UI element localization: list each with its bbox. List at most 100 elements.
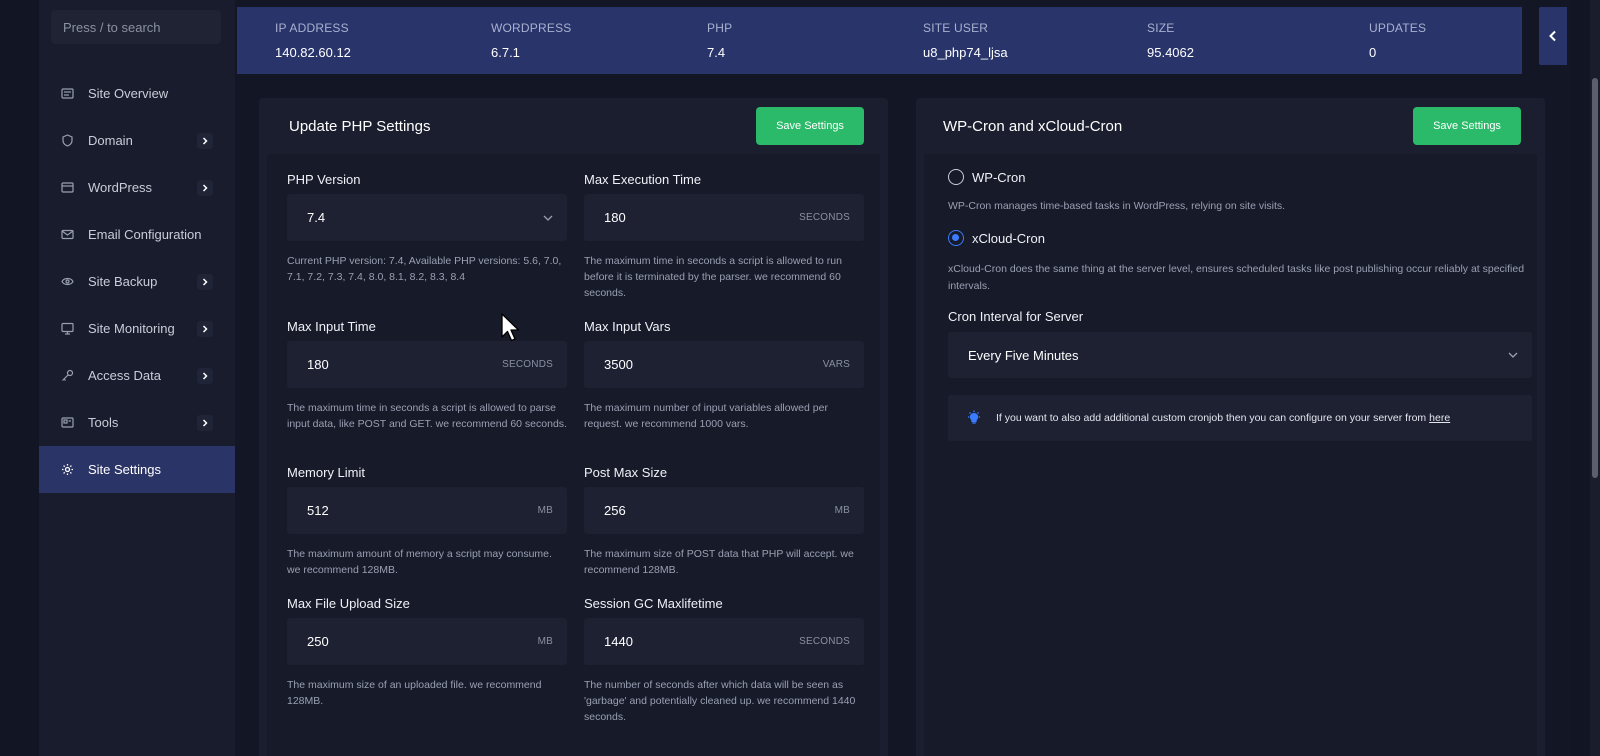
cron-interval-select[interactable]: Every Five Minutes (948, 332, 1532, 378)
sidebar-item-label: Domain (88, 133, 133, 148)
info-site-user: SITE USER u8_php74_ljsa (923, 7, 1147, 74)
search-input[interactable] (63, 19, 239, 35)
xcloud-cron-radio[interactable] (948, 230, 964, 246)
radio-label: WP-Cron (972, 169, 1026, 185)
chevron-down-icon (1508, 352, 1518, 358)
info-value: 95.4062 (1147, 45, 1194, 60)
session-gc-maxlifetime-input[interactable]: 1440 SECONDS (584, 618, 864, 665)
field-unit: SECONDS (502, 359, 553, 370)
field-label: PHP Version (287, 172, 361, 187)
max-file-upload-size-input[interactable]: 250 MB (287, 618, 567, 665)
session-gc-maxlifetime-field: Session GC Maxlifetime 1440 SECONDS The … (584, 596, 864, 725)
search-box[interactable] (51, 10, 239, 44)
info-label: UPDATES (1369, 21, 1427, 35)
sidebar-item-site-backup[interactable]: Site Backup (39, 258, 235, 305)
field-help: Current PHP version: 7.4, Available PHP … (287, 255, 562, 283)
select-value: Every Five Minutes (968, 347, 1079, 363)
chevron-right-icon[interactable] (197, 132, 213, 149)
field-value: 180 (307, 357, 329, 372)
sidebar-item-label: Site Backup (88, 274, 158, 289)
scrollbar-thumb[interactable] (1592, 78, 1598, 478)
cron-settings-form: WP-Cron WP-Cron manages time-based tasks… (924, 154, 1537, 756)
gear-icon (61, 463, 74, 476)
field-label: Max Input Time (287, 319, 376, 334)
save-php-settings-button[interactable]: Save Settings (756, 107, 864, 145)
sidebar: Site Overview Domain WordPress Email Con… (39, 0, 239, 756)
field-label: Session GC Maxlifetime (584, 596, 723, 611)
lightbulb-icon (968, 410, 980, 424)
xcloud-cron-help: xCloud-Cron does the same thing at the s… (948, 263, 1525, 292)
sidebar-item-label: Site Settings (88, 462, 161, 477)
wp-cron-help: WP-Cron manages time-based tasks in Word… (948, 200, 1286, 212)
info-value: 0 (1369, 45, 1377, 60)
max-input-time-field: Max Input Time 180 SECONDS The maximum t… (287, 319, 567, 432)
info-label: IP ADDRESS (275, 21, 349, 35)
sidebar-item-tools[interactable]: Tools (39, 399, 235, 446)
collapse-panel-button[interactable] (1539, 7, 1567, 65)
mouse-cursor-icon (501, 313, 520, 342)
info-size: SIZE 95.4062 (1147, 7, 1369, 74)
sidebar-item-site-settings[interactable]: Site Settings (39, 446, 235, 493)
field-value: 512 (307, 503, 329, 518)
field-unit: VARS (822, 359, 850, 370)
info-label: WORDPRESS (491, 21, 572, 35)
field-unit: SECONDS (799, 636, 850, 647)
sidebar-item-email-configuration[interactable]: Email Configuration (39, 211, 235, 258)
sidebar-item-label: Email Configuration (88, 227, 202, 242)
field-label: Post Max Size (584, 465, 668, 480)
post-max-size-input[interactable]: 256 MB (584, 487, 864, 534)
info-value: u8_php74_ljsa (923, 45, 1008, 60)
field-value: 3500 (604, 357, 633, 372)
xcloud-cron-option[interactable]: xCloud-Cron (948, 230, 1045, 246)
sidebar-item-site-overview[interactable]: Site Overview (39, 70, 235, 117)
panel-title: Update PHP Settings (289, 117, 431, 135)
save-cron-settings-button[interactable]: Save Settings (1413, 107, 1521, 145)
info-value: 7.4 (707, 45, 726, 60)
info-value: 140.82.60.12 (275, 45, 351, 60)
wp-cron-radio[interactable] (948, 169, 964, 185)
sidebar-item-label: WordPress (88, 180, 153, 195)
custom-cronjob-tip: If you want to also add additional custo… (948, 395, 1532, 441)
wp-cron-option[interactable]: WP-Cron (948, 169, 1025, 185)
field-help: The maximum time in seconds a script is … (287, 402, 567, 430)
chevron-right-icon[interactable] (197, 179, 213, 196)
max-input-vars-input[interactable]: 3500 VARS (584, 341, 864, 388)
max-file-upload-size-field: Max File Upload Size 250 MB The maximum … (287, 596, 567, 709)
php-settings-panel: Update PHP Settings Save Settings PHP Ve… (259, 98, 888, 756)
field-unit: SECONDS (799, 212, 850, 223)
panel-header: WP-Cron and xCloud-Cron Save Settings (916, 98, 1545, 154)
php-version-select[interactable]: 7.4 (287, 194, 567, 241)
configure-here-link[interactable]: here (1429, 412, 1450, 424)
wordpress-icon (61, 181, 74, 194)
cron-settings-panel: WP-Cron and xCloud-Cron Save Settings WP… (916, 98, 1545, 756)
tip-text: If you want to also add additional custo… (996, 412, 1427, 424)
chevron-right-icon[interactable] (197, 273, 213, 290)
info-ip-address: IP ADDRESS 140.82.60.12 (275, 7, 491, 74)
chevron-right-icon[interactable] (197, 367, 213, 384)
field-label: Max File Upload Size (287, 596, 410, 611)
field-help: The maximum size of an uploaded file. we… (287, 679, 542, 707)
sidebar-item-wordpress[interactable]: WordPress (39, 164, 235, 211)
max-execution-time-input[interactable]: 180 SECONDS (584, 194, 864, 241)
field-value: 1440 (604, 634, 633, 649)
outer-background (0, 0, 39, 756)
field-unit: MB (834, 505, 850, 516)
memory-limit-input[interactable]: 512 MB (287, 487, 567, 534)
chevron-down-icon (543, 215, 553, 221)
sidebar-item-access-data[interactable]: Access Data (39, 352, 235, 399)
chevron-right-icon[interactable] (197, 320, 213, 337)
sidebar-item-label: Tools (88, 415, 119, 430)
monitor-icon (61, 322, 74, 335)
chevron-right-icon[interactable] (197, 414, 213, 431)
sidebar-item-site-monitoring[interactable]: Site Monitoring (39, 305, 235, 352)
backup-icon (61, 275, 74, 288)
panel-title: WP-Cron and xCloud-Cron (943, 117, 1123, 135)
php-settings-form: PHP Version 7.4 Current PHP version: 7.4… (267, 154, 880, 756)
sidebar-item-domain[interactable]: Domain (39, 117, 235, 164)
php-version-field: PHP Version 7.4 Current PHP version: 7.4… (287, 172, 567, 285)
info-updates: UPDATES 0 (1369, 7, 1519, 74)
max-input-time-input[interactable]: 180 SECONDS (287, 341, 567, 388)
field-help: The maximum number of input variables al… (584, 402, 828, 430)
field-unit: MB (537, 636, 553, 647)
post-max-size-field: Post Max Size 256 MB The maximum size of… (584, 465, 864, 578)
